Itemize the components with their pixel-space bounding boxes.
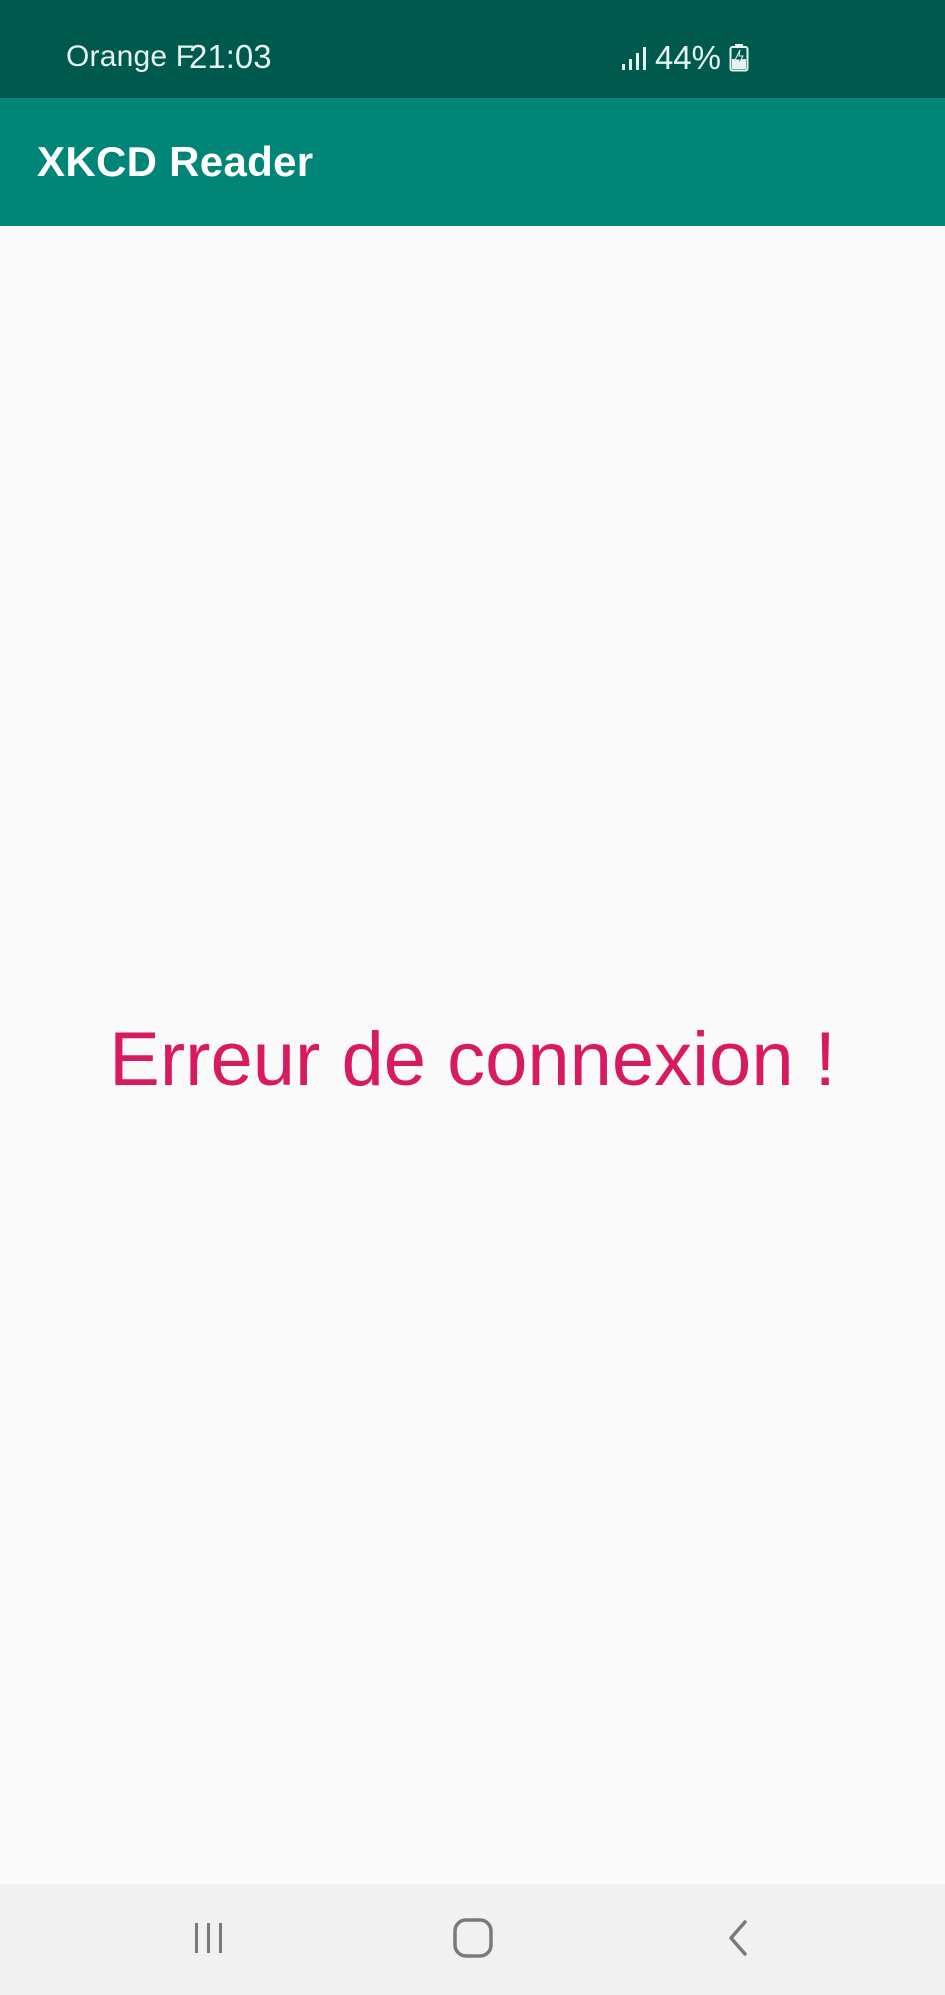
signal-bars-icon — [621, 45, 647, 71]
clock: 21:03 — [189, 38, 272, 75]
home-button[interactable] — [423, 1906, 523, 1974]
recents-button[interactable] — [159, 1906, 259, 1974]
main-content: Erreur de connexion ! — [0, 226, 945, 1884]
status-indicators: 44% — [621, 38, 749, 78]
back-button[interactable] — [688, 1906, 788, 1974]
app-bar: XKCD Reader — [0, 98, 945, 226]
home-icon — [452, 1917, 494, 1964]
navigation-bar — [0, 1884, 945, 1995]
battery-percent: 44% — [654, 39, 721, 76]
app-screen: Orange F 21:03 44% XKCD Reader Erreur de… — [0, 0, 945, 1995]
status-bar: Orange F 21:03 44% — [0, 0, 945, 98]
error-message: Erreur de connexion ! — [109, 1017, 836, 1102]
carrier-label: Orange F — [66, 40, 195, 73]
back-icon — [723, 1918, 753, 1963]
app-title: XKCD Reader — [37, 138, 314, 185]
recents-icon — [189, 1920, 229, 1961]
battery-charging-icon — [729, 44, 749, 72]
